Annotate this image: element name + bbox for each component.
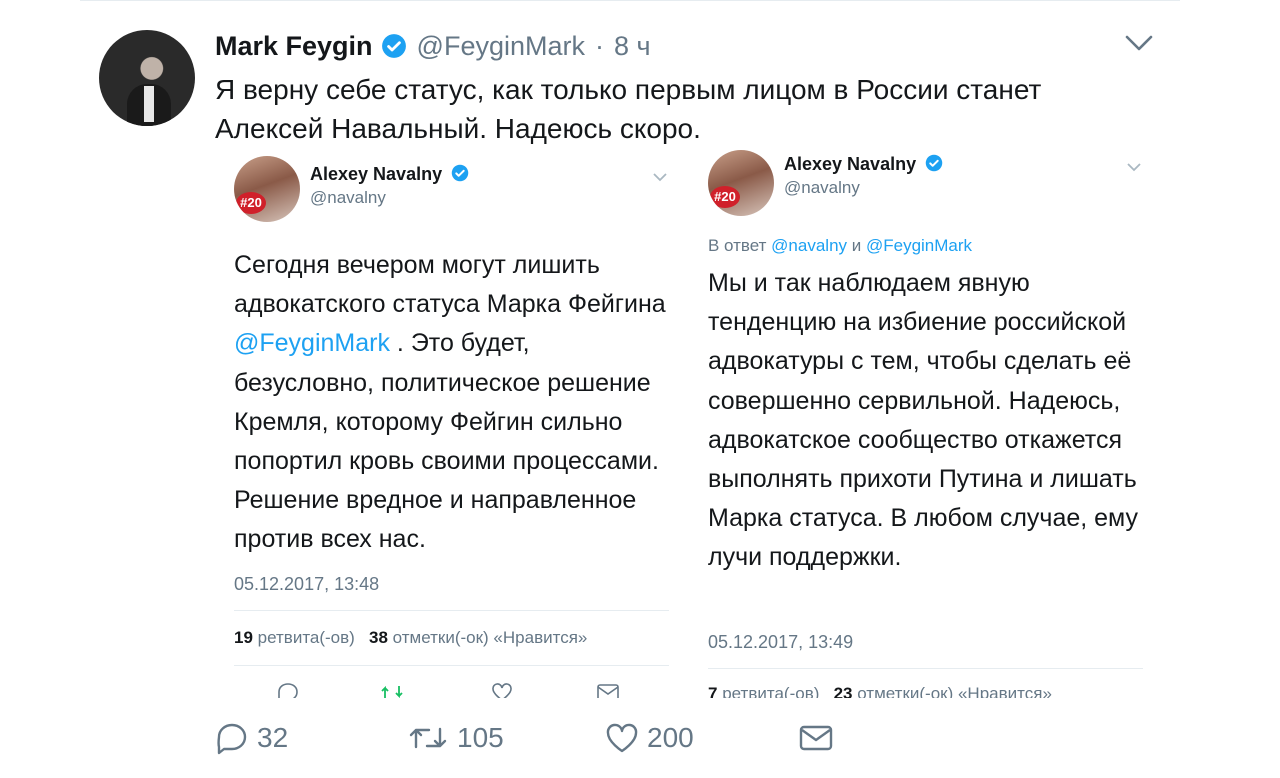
- dm-icon: [799, 725, 833, 751]
- verified-icon: [925, 154, 943, 172]
- reply-button[interactable]: 32: [215, 716, 288, 760]
- retweet-count: 105: [457, 722, 504, 753]
- reply-and: и: [847, 236, 866, 255]
- reply-icon: [217, 723, 247, 755]
- retweet-button[interactable]: 105: [407, 716, 504, 760]
- reply-mention-2: @FeyginMark: [865, 236, 973, 255]
- top-divider: [80, 0, 1180, 1]
- like-count: 200: [647, 722, 694, 753]
- embedded-handle: @navalny: [310, 188, 386, 207]
- retweets-label: ретвита(-ов): [722, 684, 820, 698]
- retweet-icon: [409, 727, 447, 749]
- embedded-author-name: Alexey Navalny: [784, 154, 917, 174]
- embedded-text: Мы и так наблюдаем явную тенденцию на из…: [708, 269, 1139, 572]
- avatar[interactable]: [99, 30, 195, 126]
- like-icon: [606, 723, 638, 753]
- embedded-author-name: Alexey Navalny: [310, 164, 443, 184]
- tweet-time[interactable]: 8 ч: [614, 31, 651, 62]
- embedded-text-start: Сегодня вечером могут лишить адвокатског…: [234, 251, 666, 319]
- likes-count: 38: [369, 628, 388, 647]
- reply-count: 32: [257, 722, 289, 753]
- divider: [234, 665, 669, 666]
- tweet-actions: 32 105 200: [215, 716, 1155, 760]
- embedded-stats: 19 ретвита(-ов) 38 отметки(-ок) «Нравитс…: [234, 628, 587, 648]
- likes-label: отметки(-ок) «Нравится»: [392, 628, 588, 647]
- embedded-text: Сегодня вечером могут лишить адвокатског…: [234, 246, 674, 560]
- dm-icon: [597, 684, 619, 698]
- embedded-stats: 7 ретвита(-ов) 23 отметки(-ок) «Нравится…: [708, 684, 1052, 698]
- retweets-label: ретвита(-ов): [257, 628, 355, 647]
- avatar-badge: #20: [710, 186, 740, 208]
- reply-icon: [278, 683, 298, 698]
- verified-icon: [451, 164, 469, 182]
- likes-label: отметки(-ок) «Нравится»: [857, 684, 1052, 698]
- header-separator: ·: [595, 30, 604, 61]
- embedded-handle: @navalny: [784, 178, 860, 197]
- reply-prefix: В ответ: [708, 236, 772, 255]
- likes-count: 23: [833, 684, 853, 698]
- tweet-header: Mark Feygin @FeyginMark · 8 ч: [215, 28, 651, 64]
- embedded-tweet-left[interactable]: #20 Alexey Navalny @navalny Сегодня вече…: [216, 150, 686, 698]
- embedded-avatar: #20: [708, 150, 774, 216]
- retweet-icon: [381, 685, 403, 698]
- avatar-shirt: [144, 86, 154, 122]
- caret-down-icon: [653, 173, 667, 182]
- caret-down-icon[interactable]: [1124, 33, 1154, 53]
- retweets-count: 19: [234, 628, 253, 647]
- embedded-avatar: #20: [234, 156, 300, 222]
- like-icon: [492, 683, 512, 698]
- embedded-tweet-right[interactable]: #20 Alexey Navalny @navalny В ответ @nav…: [690, 150, 1160, 698]
- embedded-author: Alexey Navalny: [310, 164, 469, 185]
- tweet-text: Я верну себе статус, как только первым л…: [215, 74, 1042, 144]
- reply-mention-1: @navalny: [771, 236, 848, 255]
- verified-icon: [381, 34, 406, 58]
- embedded-date: 05.12.2017, 13:48: [234, 574, 380, 594]
- divider: [708, 668, 1143, 669]
- avatar-badge: #20: [236, 192, 266, 214]
- embedded-text-end: . Это будет, безусловно, политическое ре…: [234, 329, 659, 554]
- embedded-author: Alexey Navalny: [784, 154, 943, 175]
- caret-down-icon: [1127, 163, 1141, 172]
- retweets-count: 7: [708, 684, 718, 698]
- author-handle[interactable]: @FeyginMark: [417, 31, 585, 62]
- reply-context: В ответ @navalny и @FeyginMark: [708, 236, 972, 256]
- like-button[interactable]: 200: [605, 716, 694, 760]
- divider: [234, 610, 669, 611]
- dm-button[interactable]: [799, 716, 841, 760]
- mention-link: @FeyginMark: [234, 329, 390, 358]
- embedded-date: 05.12.2017, 13:49: [708, 632, 854, 652]
- author-name[interactable]: Mark Feygin: [215, 31, 373, 62]
